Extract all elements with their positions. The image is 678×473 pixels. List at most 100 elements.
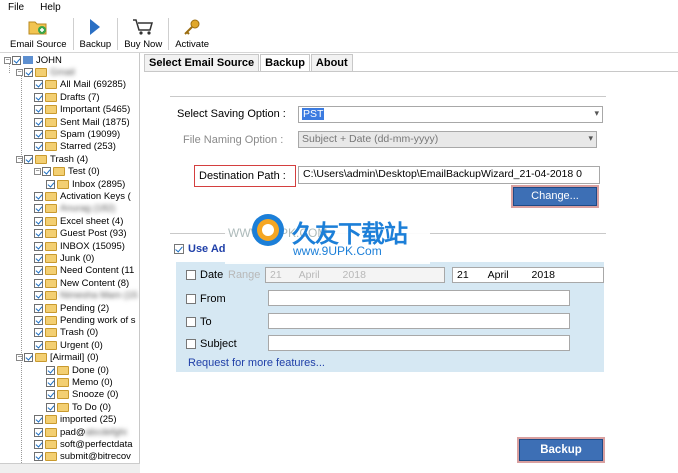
tree-root[interactable]: − JOHN bbox=[4, 54, 62, 66]
tree-item-checkbox[interactable] bbox=[46, 179, 55, 189]
tree-item-checkbox[interactable] bbox=[34, 192, 43, 202]
menu-file[interactable]: File bbox=[0, 2, 32, 13]
subject-checkbox[interactable] bbox=[186, 339, 196, 349]
activate-button[interactable]: Activate bbox=[169, 15, 215, 53]
change-button[interactable]: Change... bbox=[513, 187, 597, 206]
backup-button[interactable]: Backup bbox=[519, 439, 603, 461]
tree-item-checkbox[interactable] bbox=[34, 142, 43, 152]
tree-item-checkbox[interactable] bbox=[46, 378, 55, 388]
saving-option-select[interactable]: PST ▾ bbox=[298, 106, 603, 123]
tree-item-label: Urgent (0) bbox=[60, 339, 103, 351]
tree-item[interactable]: Urgent (0) bbox=[34, 339, 103, 351]
tree-item-checkbox[interactable] bbox=[34, 254, 43, 264]
tree-item[interactable]: New Content (8) bbox=[34, 277, 129, 289]
destination-path-field[interactable]: C:\Users\admin\Desktop\EmailBackupWizard… bbox=[298, 166, 600, 184]
tree-item[interactable]: Guest Post (93) bbox=[34, 228, 127, 240]
buy-now-button[interactable]: Buy Now bbox=[118, 15, 168, 53]
tree-item[interactable]: Pending (2) bbox=[34, 302, 109, 314]
tree-item-label: Spam (19099) bbox=[60, 129, 121, 141]
collapse-icon[interactable]: − bbox=[16, 354, 23, 362]
tree-item-checkbox[interactable] bbox=[34, 340, 43, 350]
tree-item[interactable]: Need Content (11 bbox=[34, 265, 134, 277]
tree-horizontal-scrollbar[interactable] bbox=[0, 463, 140, 473]
tab-about[interactable]: About bbox=[310, 54, 353, 71]
tree-item[interactable]: Activation Keys ( bbox=[34, 190, 131, 202]
from-checkbox[interactable] bbox=[186, 294, 196, 304]
tree-item[interactable]: soft@perfectdata bbox=[34, 438, 133, 450]
tree-item[interactable]: Spam (19099) bbox=[34, 128, 120, 140]
tree-item[interactable]: Nimesha Mam (15 bbox=[34, 290, 138, 302]
date-from-picker[interactable]: 21 April 2018 bbox=[265, 267, 445, 283]
tree-item[interactable]: All Mail (69285) bbox=[34, 79, 126, 91]
tree-item-checkbox[interactable] bbox=[34, 216, 43, 226]
tree-item[interactable]: To Do (0) bbox=[46, 401, 111, 413]
tree-item[interactable]: Memo (0) bbox=[46, 376, 113, 388]
date-to-picker[interactable]: 21 April 2018 bbox=[452, 267, 604, 283]
tab-select-email-source[interactable]: Select Email Source bbox=[144, 54, 260, 71]
tree-item-checkbox[interactable] bbox=[34, 278, 43, 288]
tree-item-checkbox[interactable] bbox=[34, 266, 43, 276]
tree-item-checkbox[interactable] bbox=[24, 353, 33, 363]
tree-item-checkbox[interactable] bbox=[34, 291, 43, 301]
tree-item[interactable]: Done (0) bbox=[46, 364, 109, 376]
folder-icon bbox=[35, 154, 47, 164]
to-input[interactable] bbox=[268, 313, 570, 329]
tree-item[interactable]: submit@bitrecov bbox=[34, 451, 131, 463]
tree-item-checkbox[interactable] bbox=[34, 241, 43, 251]
collapse-icon[interactable]: − bbox=[34, 168, 41, 176]
tree-item-checkbox[interactable] bbox=[34, 328, 43, 338]
tree-item-checkbox[interactable] bbox=[34, 316, 43, 326]
request-features-link[interactable]: Request for more features... bbox=[188, 357, 325, 369]
tree-item[interactable]: Excel sheet (4) bbox=[34, 215, 123, 227]
menu-help[interactable]: Help bbox=[32, 2, 69, 13]
tree-item-checkbox[interactable] bbox=[46, 365, 55, 375]
collapse-icon[interactable]: − bbox=[16, 155, 23, 163]
tree-item-checkbox[interactable] bbox=[34, 440, 43, 450]
tree-item-checkbox[interactable] bbox=[34, 105, 43, 115]
tree-item[interactable]: Junk (0) bbox=[34, 252, 94, 264]
email-source-button[interactable]: Email Source bbox=[0, 15, 73, 53]
tree-item[interactable]: Anurag (182) bbox=[34, 203, 115, 215]
folder-tree[interactable]: − JOHN − Gmail All Mail (69285) Drafts (7… bbox=[0, 53, 140, 463]
date-checkbox[interactable] bbox=[186, 270, 196, 280]
tree-item-checkbox[interactable] bbox=[34, 427, 43, 437]
tree-item-checkbox[interactable] bbox=[34, 229, 43, 239]
tree-item-checkbox[interactable] bbox=[46, 390, 55, 400]
root-checkbox[interactable] bbox=[12, 55, 21, 65]
tree-item[interactable]: − Test (0) bbox=[34, 166, 100, 178]
tree-item-checkbox[interactable] bbox=[42, 167, 51, 177]
tree-item-checkbox[interactable] bbox=[34, 204, 43, 214]
tree-item-checkbox[interactable] bbox=[34, 130, 43, 140]
from-input[interactable] bbox=[268, 290, 570, 306]
tree-item[interactable]: Pending work of s bbox=[34, 314, 136, 326]
tree-item[interactable]: imported (25) bbox=[34, 414, 117, 426]
tree-item-checkbox[interactable] bbox=[34, 92, 43, 102]
tree-item[interactable]: INBOX (15095) bbox=[34, 240, 125, 252]
tree-item[interactable]: Drafts (7) bbox=[34, 91, 100, 103]
subject-input[interactable] bbox=[268, 335, 570, 351]
backup-toolbar-button[interactable]: Backup bbox=[74, 15, 118, 53]
tree-item-checkbox[interactable] bbox=[46, 402, 55, 412]
tree-item[interactable]: Sent Mail (1875) bbox=[34, 116, 130, 128]
tree-item-checkbox[interactable] bbox=[24, 154, 33, 164]
tree-item-checkbox[interactable] bbox=[34, 452, 43, 462]
tree-item[interactable]: − [Airmail] (0) bbox=[16, 352, 99, 364]
tree-account[interactable]: − Gmail bbox=[16, 66, 75, 78]
tree-item[interactable]: Inbox (2895) bbox=[46, 178, 125, 190]
collapse-icon[interactable]: − bbox=[4, 56, 11, 64]
tab-backup[interactable]: Backup bbox=[260, 54, 310, 71]
collapse-icon[interactable]: − bbox=[16, 69, 23, 77]
tree-item[interactable]: Important (5465) bbox=[34, 104, 130, 116]
tree-item-checkbox[interactable] bbox=[34, 415, 43, 425]
account-checkbox[interactable] bbox=[24, 68, 33, 78]
tree-item-checkbox[interactable] bbox=[34, 117, 43, 127]
use-advance-checkbox[interactable] bbox=[174, 244, 184, 254]
tree-item[interactable]: Snooze (0) bbox=[46, 389, 118, 401]
tree-item[interactable]: − Trash (4) bbox=[16, 153, 88, 165]
tree-item-checkbox[interactable] bbox=[34, 80, 43, 90]
tree-item-checkbox[interactable] bbox=[34, 303, 43, 313]
to-checkbox[interactable] bbox=[186, 317, 196, 327]
tree-item[interactable]: pad@ abcdefghi bbox=[34, 426, 127, 438]
tree-item[interactable]: Starred (253) bbox=[34, 141, 116, 153]
tree-item[interactable]: Trash (0) bbox=[34, 327, 98, 339]
